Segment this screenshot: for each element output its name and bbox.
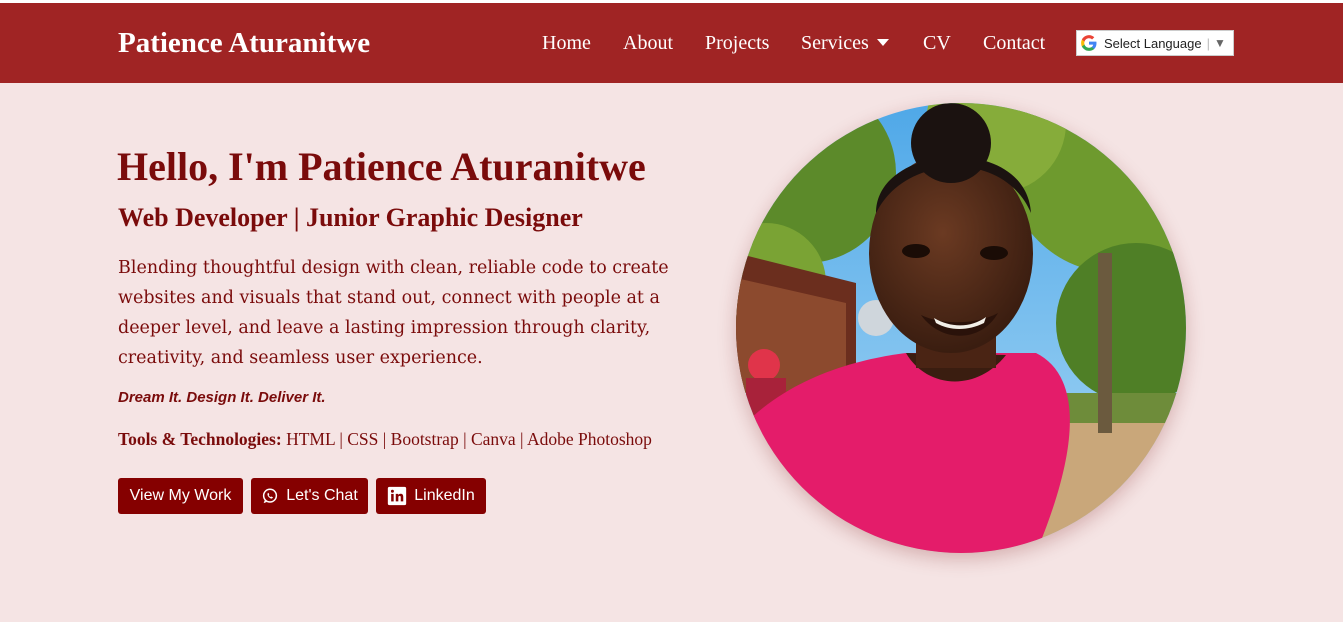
linkedin-label: LinkedIn (414, 487, 475, 504)
linkedin-button[interactable]: LinkedIn (376, 478, 486, 514)
hero-role: Web Developer | Junior Graphic Designer (118, 203, 583, 232)
dropdown-arrow-icon: ▼ (1213, 36, 1226, 50)
nav-services-dropdown[interactable]: Services (801, 32, 889, 55)
profile-photo-illustration (736, 103, 1186, 553)
whatsapp-icon (263, 488, 278, 504)
language-select-label: Select Language (1104, 35, 1202, 51)
nav-services-label: Services (801, 32, 869, 54)
nav-cv[interactable]: CV (923, 32, 951, 55)
nav-home[interactable]: Home (542, 32, 591, 55)
profile-photo (736, 103, 1186, 553)
brand-logo-link[interactable]: Patience Aturanitwe (118, 27, 370, 60)
nav-projects[interactable]: Projects (705, 32, 769, 55)
linkedin-icon (388, 486, 407, 506)
hero-heading: Hello, I'm Patience Aturanitwe (117, 143, 646, 190)
caret-down-icon (876, 39, 889, 46)
nav-about[interactable]: About (623, 32, 673, 55)
lets-chat-label: Let's Chat (286, 487, 358, 504)
navbar: Patience Aturanitwe Home About Projects … (0, 3, 1343, 83)
nav-contact[interactable]: Contact (983, 32, 1045, 55)
tools-list: HTML | CSS | Bootstrap | Canva | Adobe P… (286, 429, 652, 449)
view-my-work-button[interactable]: View My Work (118, 478, 243, 514)
tools-line: Tools & Technologies: HTML | CSS | Boots… (118, 429, 652, 450)
hero-tagline: Dream It. Design It. Deliver It. (118, 389, 326, 406)
hero-description: Blending thoughtful design with clean, r… (118, 258, 669, 368)
tools-label: Tools & Technologies: (118, 429, 282, 449)
hero-name: Patience Aturanitwe (298, 144, 646, 189)
divider: | (1206, 35, 1210, 51)
language-select[interactable]: Select Language | ▼ (1076, 30, 1234, 56)
lets-chat-button[interactable]: Let's Chat (251, 478, 368, 514)
google-g-icon (1081, 35, 1097, 51)
hero-greeting: Hello, I'm (117, 144, 289, 189)
